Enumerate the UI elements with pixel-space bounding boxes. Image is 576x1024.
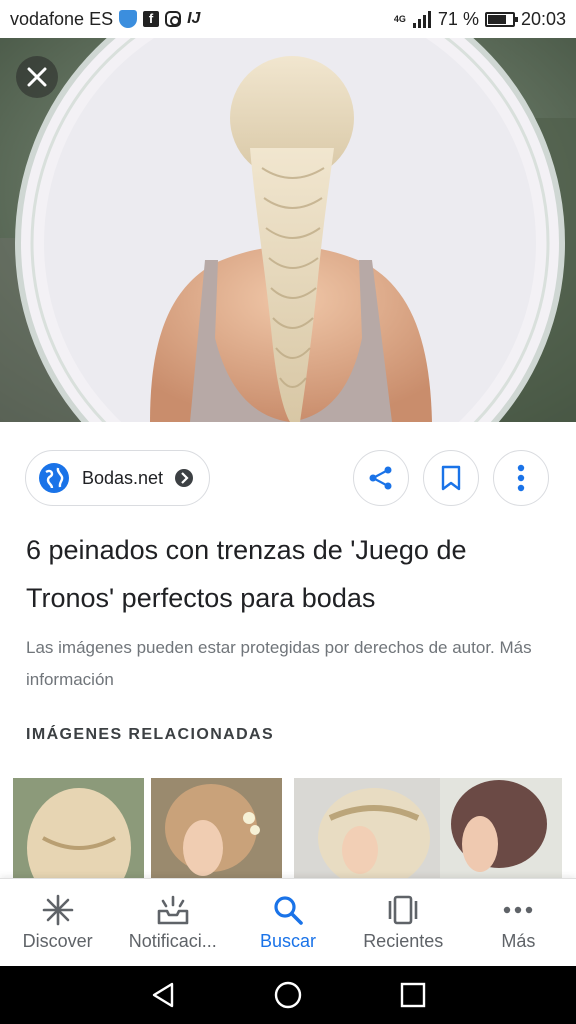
source-chip[interactable]: Bodas.net — [25, 450, 211, 506]
close-button[interactable] — [16, 56, 58, 98]
nav-notifications[interactable]: Notificaci... — [115, 879, 230, 966]
globe-icon — [39, 463, 69, 493]
source-row: Bodas.net — [0, 445, 576, 511]
nav-more[interactable]: Más — [461, 879, 576, 966]
battery-percent: 71 % — [437, 8, 479, 29]
nav-more-label: Más — [501, 931, 536, 951]
status-bar: vodafone ES f IJ 4G 71 % 20:03 — [0, 0, 576, 38]
share-icon — [369, 466, 392, 490]
overview-icon[interactable] — [398, 980, 428, 1010]
related-image[interactable] — [294, 778, 562, 878]
more-options-button[interactable] — [493, 450, 549, 506]
more-horiz-icon — [504, 906, 533, 914]
nav-notifications-label: Notificaci... — [128, 931, 217, 951]
nav-discover[interactable]: Discover — [0, 879, 115, 966]
share-button[interactable] — [353, 450, 409, 506]
nav-recents[interactable]: Recientes — [346, 879, 461, 966]
signal-icon — [412, 11, 431, 28]
nav-search[interactable]: Buscar — [230, 879, 345, 966]
system-navigation-bar — [0, 966, 576, 1024]
nav-recents-label: Recientes — [363, 931, 444, 951]
close-icon — [27, 67, 47, 87]
related-images-heading: IMÁGENES RELACIONADAS — [26, 726, 275, 743]
facebook-icon: f — [143, 11, 160, 27]
copyright-notice: Las imágenes pueden estar protegidas por… — [26, 638, 532, 689]
search-icon — [274, 896, 303, 925]
related-image[interactable] — [13, 778, 144, 878]
home-icon[interactable] — [273, 980, 303, 1010]
bookmark-button[interactable] — [423, 450, 479, 506]
bride-braid-photo — [0, 38, 576, 422]
related-images-strip — [0, 778, 576, 878]
recents-icon — [388, 895, 418, 925]
bottom-navigation: Discover Notificaci... Buscar Recientes — [0, 878, 576, 966]
more-vert-icon — [517, 464, 525, 492]
hero-image[interactable] — [0, 38, 576, 422]
related-image[interactable] — [151, 778, 282, 878]
network-type-label: 4G — [393, 13, 406, 24]
asterisk-icon — [42, 894, 73, 926]
shield-icon — [119, 10, 138, 28]
back-icon[interactable] — [148, 980, 178, 1010]
nav-search-label: Buscar — [259, 931, 317, 951]
source-site-name: Bodas.net — [82, 467, 164, 488]
bookmark-icon — [441, 465, 461, 491]
article-title[interactable]: 6 peinados con trenzas de 'Juego de Tron… — [26, 526, 556, 622]
ij-icon: IJ — [187, 10, 201, 27]
carrier-label: vodafone ES — [10, 8, 114, 29]
battery-icon — [484, 11, 518, 27]
arrow-forward-icon — [175, 469, 194, 487]
inbox-icon — [157, 895, 189, 925]
instagram-icon — [165, 11, 182, 27]
clock: 20:03 — [520, 8, 566, 29]
nav-discover-label: Discover — [22, 931, 93, 951]
